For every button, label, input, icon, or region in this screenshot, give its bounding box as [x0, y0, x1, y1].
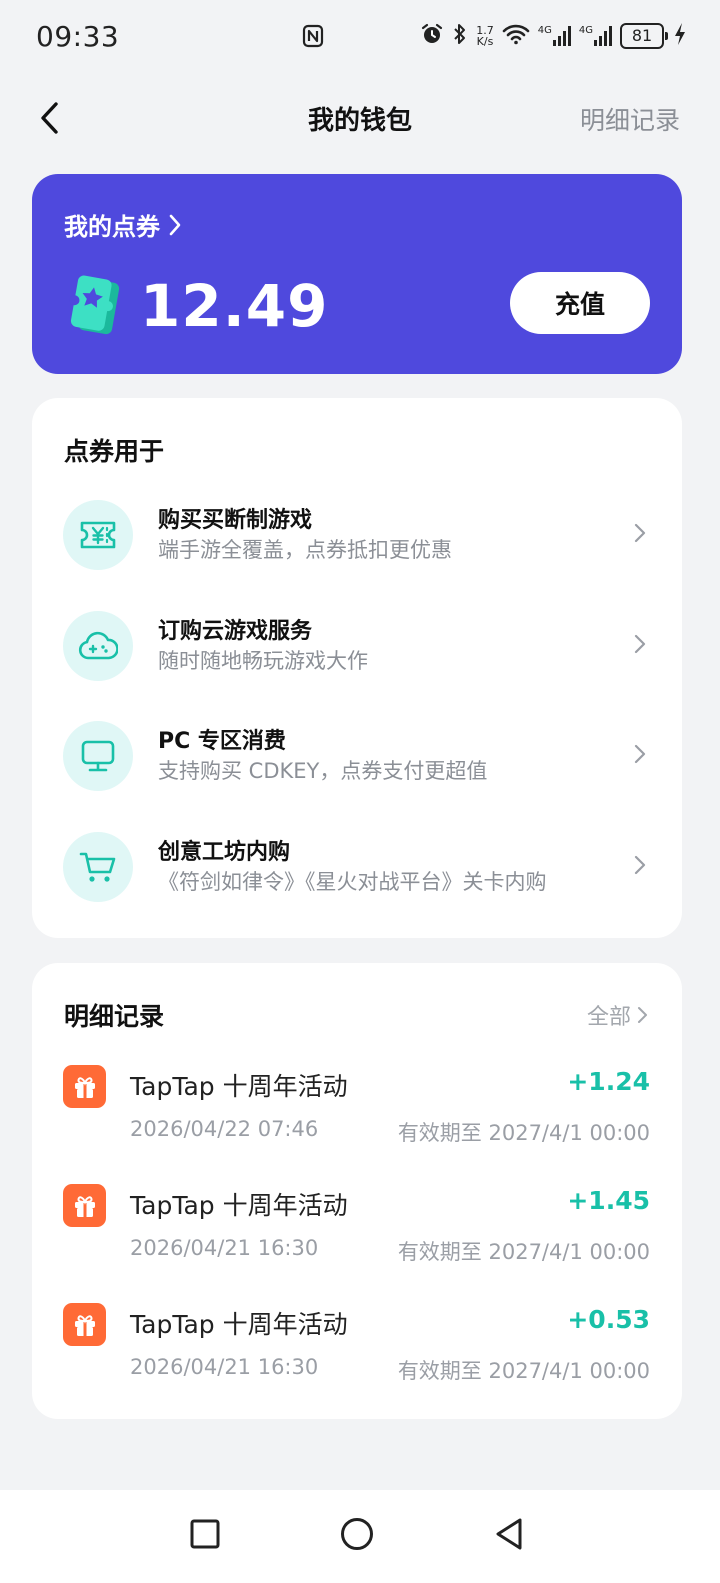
wifi-icon	[502, 23, 530, 49]
back-nav-button[interactable]	[487, 1512, 531, 1556]
square-icon	[190, 1519, 220, 1549]
chevron-right-icon	[634, 744, 646, 764]
use-item-desc: 《符剑如律令》《星火对战平台》关卡内购	[158, 870, 547, 894]
use-item-desc: 支持购买 CDKEY，点券支付更超值	[158, 759, 488, 783]
uses-title: 点券用于	[64, 437, 165, 466]
use-item-desc: 随时随地畅玩游戏大作	[158, 649, 368, 673]
status-time: 09:33	[36, 20, 120, 53]
system-nav-bar	[0, 1490, 720, 1583]
status-icons: 1.7 K/s 4G 4G 81	[420, 20, 686, 52]
cloud-gamepad-icon	[63, 611, 133, 681]
use-item-title: 创意工坊内购	[158, 840, 291, 865]
nfc-icon	[302, 24, 324, 52]
circle-icon	[341, 1518, 373, 1550]
balance-label: 我的点券	[64, 213, 160, 241]
gift-icon	[63, 1303, 106, 1346]
chevron-right-icon	[634, 523, 646, 543]
record-title: TapTap 十周年活动	[130, 1191, 348, 1220]
bluetooth-icon	[452, 22, 468, 50]
home-button[interactable]	[335, 1512, 379, 1556]
balance-card: 我的点券 12.49 充值	[32, 174, 682, 374]
record-row[interactable]: TapTap 十周年活动 +1.45 2026/04/21 16:30 有效期至…	[32, 1182, 682, 1282]
header: 我的钱包 明细记录	[0, 80, 720, 156]
use-item-cloud-gaming[interactable]: 订购云游戏服务 随时随地畅玩游戏大作	[32, 601, 682, 691]
use-item-workshop[interactable]: 创意工坊内购 《符剑如律令》《星火对战平台》关卡内购	[32, 822, 682, 912]
record-expiry: 有效期至 2027/4/1 00:00	[397, 1359, 650, 1383]
cart-icon	[63, 832, 133, 902]
use-item-buyout-games[interactable]: 购买买断制游戏 端手游全覆盖，点券抵扣更优惠	[32, 490, 682, 580]
chevron-right-icon	[634, 855, 646, 875]
record-row[interactable]: TapTap 十周年活动 +1.24 2026/04/22 07:46 有效期至…	[32, 1063, 682, 1163]
record-time: 2026/04/21 16:30	[130, 1236, 319, 1260]
yen-ticket-icon	[63, 500, 133, 570]
records-all-link[interactable]: 全部	[587, 999, 648, 1031]
record-time: 2026/04/21 16:30	[130, 1355, 319, 1379]
chevron-right-icon	[638, 1007, 647, 1023]
signal-label: 4G	[537, 25, 552, 36]
record-time: 2026/04/22 07:46	[130, 1117, 319, 1141]
use-item-pc-zone[interactable]: PC 专区消费 支持购买 CDKEY，点券支付更超值	[32, 711, 682, 801]
charging-icon	[674, 23, 686, 49]
record-title: TapTap 十周年活动	[130, 1310, 348, 1339]
record-expiry: 有效期至 2027/4/1 00:00	[397, 1240, 650, 1264]
signal-icon: 4G	[579, 26, 612, 46]
recents-button[interactable]	[183, 1512, 227, 1556]
balance-label-link[interactable]: 我的点券	[64, 207, 182, 242]
signal-label: 4G	[578, 25, 593, 36]
balance-amount: 12.49	[140, 272, 329, 340]
gift-icon	[63, 1065, 106, 1108]
triangle-back-icon	[496, 1518, 522, 1550]
records-title: 明细记录	[64, 1002, 165, 1031]
record-amount: +0.53	[567, 1305, 650, 1334]
record-row[interactable]: TapTap 十周年活动 +0.53 2026/04/21 16:30 有效期至…	[32, 1301, 682, 1401]
network-speed: 1.7 K/s	[476, 25, 494, 47]
recharge-button[interactable]: 充值	[510, 272, 650, 334]
uses-panel: 点券用于 购买买断制游戏 端手游全覆盖，点券抵扣更优惠 订购云游戏服务 随时随地…	[32, 398, 682, 938]
records-panel: 明细记录 全部 TapTap 十周年活动 +1.24 2026/04/22 07…	[32, 963, 682, 1419]
record-title: TapTap 十周年活动	[130, 1072, 348, 1101]
signal-icon: 4G	[538, 26, 571, 46]
gift-icon	[63, 1184, 106, 1227]
monitor-icon	[63, 721, 133, 791]
ticket-icon	[66, 274, 126, 336]
chevron-right-icon	[634, 634, 646, 654]
use-item-title: 购买买断制游戏	[158, 508, 313, 533]
record-amount: +1.45	[567, 1186, 650, 1215]
use-item-desc: 端手游全覆盖，点券抵扣更优惠	[158, 538, 452, 562]
use-item-title: PC 专区消费	[158, 729, 286, 754]
records-all-label: 全部	[586, 1005, 631, 1030]
record-amount: +1.24	[567, 1067, 650, 1096]
status-bar: 09:33 1.7 K/s 4G 4G 81	[0, 0, 720, 72]
details-record-link[interactable]: 明细记录	[580, 101, 680, 137]
record-expiry: 有效期至 2027/4/1 00:00	[397, 1121, 650, 1145]
alarm-icon	[420, 22, 444, 50]
use-item-title: 订购云游戏服务	[158, 619, 313, 644]
chevron-right-icon	[169, 214, 181, 235]
network-speed-unit: K/s	[476, 35, 494, 48]
battery-indicator: 81	[620, 23, 668, 49]
